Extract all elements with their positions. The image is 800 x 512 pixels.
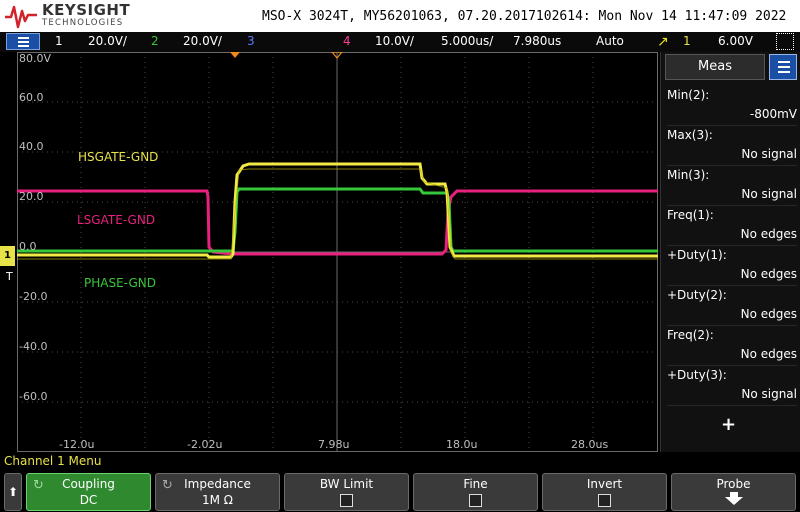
impedance-value: 1M Ω xyxy=(202,493,233,507)
meas-value: No signal xyxy=(741,147,797,161)
fine-softkey[interactable]: Fine xyxy=(413,473,538,511)
fine-label: Fine xyxy=(463,477,488,491)
ch1-scale[interactable]: 20.0V/ xyxy=(88,34,127,48)
lsgate-label: LSGATE-GND xyxy=(77,213,156,227)
meas-name: +Duty(1): xyxy=(667,248,727,262)
meas-name: +Duty(2): xyxy=(667,288,727,302)
invert-label: Invert xyxy=(586,477,623,491)
meas-item[interactable]: +Duty(1): No edges xyxy=(667,246,797,286)
bw-limit-label: BW Limit xyxy=(319,477,374,491)
x-label-3: 7.98u xyxy=(318,438,350,451)
add-measurement-button[interactable]: + xyxy=(721,414,736,435)
coupling-value: DC xyxy=(79,493,98,507)
rotate-knob-icon: ↻ xyxy=(162,478,173,493)
ch4-scale[interactable]: 10.0V/ xyxy=(375,34,414,48)
ch1-ground-marker[interactable]: 1 xyxy=(0,246,15,266)
meas-item[interactable]: Min(3): No signal xyxy=(667,166,797,206)
ch2-number[interactable]: 2 xyxy=(151,34,159,48)
bw-limit-softkey[interactable]: BW Limit xyxy=(284,473,409,511)
phase-label: PHASE-GND xyxy=(84,276,156,290)
back-button[interactable]: ⬆ xyxy=(4,473,22,511)
y-label-minus20: -20.0 xyxy=(19,290,48,303)
meas-tab[interactable]: Meas xyxy=(665,54,765,80)
menu-title: Channel 1 Menu xyxy=(0,452,800,471)
softkey-bar: ⬆ ↻ Coupling DC ↻ Impedance 1M Ω BW Limi… xyxy=(0,471,800,512)
meas-value: No edges xyxy=(740,307,797,321)
y-label-80: 80.0V xyxy=(19,52,52,65)
meas-item[interactable]: Max(3): No signal xyxy=(667,126,797,166)
channel-status-bar: 1 20.0V/ 2 20.0V/ 3 4 10.0V/ 5.000us/ 7.… xyxy=(0,32,800,52)
coupling-softkey[interactable]: ↻ Coupling DC xyxy=(26,473,151,511)
meas-name: Min(2): xyxy=(667,88,710,102)
meas-value: -800mV xyxy=(749,107,797,121)
meas-list: Min(2): -800mV Max(3): No signal Min(3):… xyxy=(667,86,797,406)
brand-subtitle: TECHNOLOGIES xyxy=(42,18,124,28)
trigger-edge-icon: ↗ xyxy=(657,34,669,50)
x-label-5: 28.0us xyxy=(571,438,609,451)
brand-name: KEYSIGHT xyxy=(42,1,131,19)
probe-softkey[interactable]: Probe xyxy=(671,473,796,511)
ch4-number[interactable]: 4 xyxy=(343,34,351,48)
meas-value: No edges xyxy=(740,267,797,281)
main-menu-button[interactable] xyxy=(6,33,40,50)
trigger-source[interactable]: 1 xyxy=(683,34,691,48)
invert-checkbox[interactable] xyxy=(598,494,611,507)
y-label-minus40: -40.0 xyxy=(19,340,48,353)
meas-item[interactable]: +Duty(2): No edges xyxy=(667,286,797,326)
rotate-knob-icon: ↻ xyxy=(33,478,44,493)
fine-checkbox[interactable] xyxy=(469,494,482,507)
x-label-2: -2.02u xyxy=(187,438,223,451)
trigger-level[interactable]: 6.00V xyxy=(718,34,753,48)
title-bar: KEYSIGHT TECHNOLOGIES MSO-X 3024T, MY562… xyxy=(0,0,800,32)
ch3-number[interactable]: 3 xyxy=(247,34,255,48)
x-label-4: 18.0u xyxy=(446,438,478,451)
meas-name: +Duty(3): xyxy=(667,368,727,382)
y-label-0: 0.0 xyxy=(19,240,37,253)
keysight-logo-icon xyxy=(5,5,37,29)
impedance-label: Impedance xyxy=(184,477,251,491)
meas-name: Freq(2): xyxy=(667,328,714,342)
meas-name: Max(3): xyxy=(667,128,713,142)
ch2-scale[interactable]: 20.0V/ xyxy=(183,34,222,48)
time-delay[interactable]: 7.980us xyxy=(513,34,561,48)
trigger-level-marker: T xyxy=(6,270,13,283)
zoom-icon[interactable] xyxy=(776,33,794,50)
meas-menu-button[interactable] xyxy=(769,54,797,80)
hsgate-label: HSGATE-GND xyxy=(78,150,159,164)
graticule xyxy=(17,52,658,452)
bw-limit-checkbox[interactable] xyxy=(340,494,353,507)
ch1-number[interactable]: 1 xyxy=(55,34,63,48)
meas-name: Min(3): xyxy=(667,168,710,182)
meas-value: No signal xyxy=(741,387,797,401)
y-label-40: 40.0 xyxy=(19,140,44,153)
meas-item[interactable]: Freq(2): No edges xyxy=(667,326,797,366)
coupling-label: Coupling xyxy=(62,477,115,491)
x-label-1: -12.0u xyxy=(59,438,95,451)
meas-item[interactable]: Freq(1): No edges xyxy=(667,206,797,246)
meas-name: Freq(1): xyxy=(667,208,714,222)
trigger-mode[interactable]: Auto xyxy=(596,34,624,48)
meas-value: No edges xyxy=(740,227,797,241)
timebase[interactable]: 5.000us/ xyxy=(441,34,493,48)
submenu-arrow-icon xyxy=(724,492,743,505)
meas-item[interactable]: Min(2): -800mV xyxy=(667,86,797,126)
y-label-20: 20.0 xyxy=(19,190,44,203)
impedance-softkey[interactable]: ↻ Impedance 1M Ω xyxy=(155,473,280,511)
invert-softkey[interactable]: Invert xyxy=(542,473,667,511)
meas-item[interactable]: +Duty(3): No signal xyxy=(667,366,797,406)
y-label-minus60: -60.0 xyxy=(19,390,48,403)
meas-value: No edges xyxy=(740,347,797,361)
waveform-display[interactable]: 80.0V 60.0 40.0 20.0 0.0 -20.0 -40.0 -60… xyxy=(17,52,658,452)
y-label-60: 60.0 xyxy=(19,91,44,104)
meas-panel: Meas Min(2): -800mV Max(3): No signal Mi… xyxy=(660,52,800,452)
probe-label: Probe xyxy=(716,477,751,491)
scope-info: MSO-X 3024T, MY56201063, 07.20.201710261… xyxy=(262,9,787,24)
meas-value: No signal xyxy=(741,187,797,201)
